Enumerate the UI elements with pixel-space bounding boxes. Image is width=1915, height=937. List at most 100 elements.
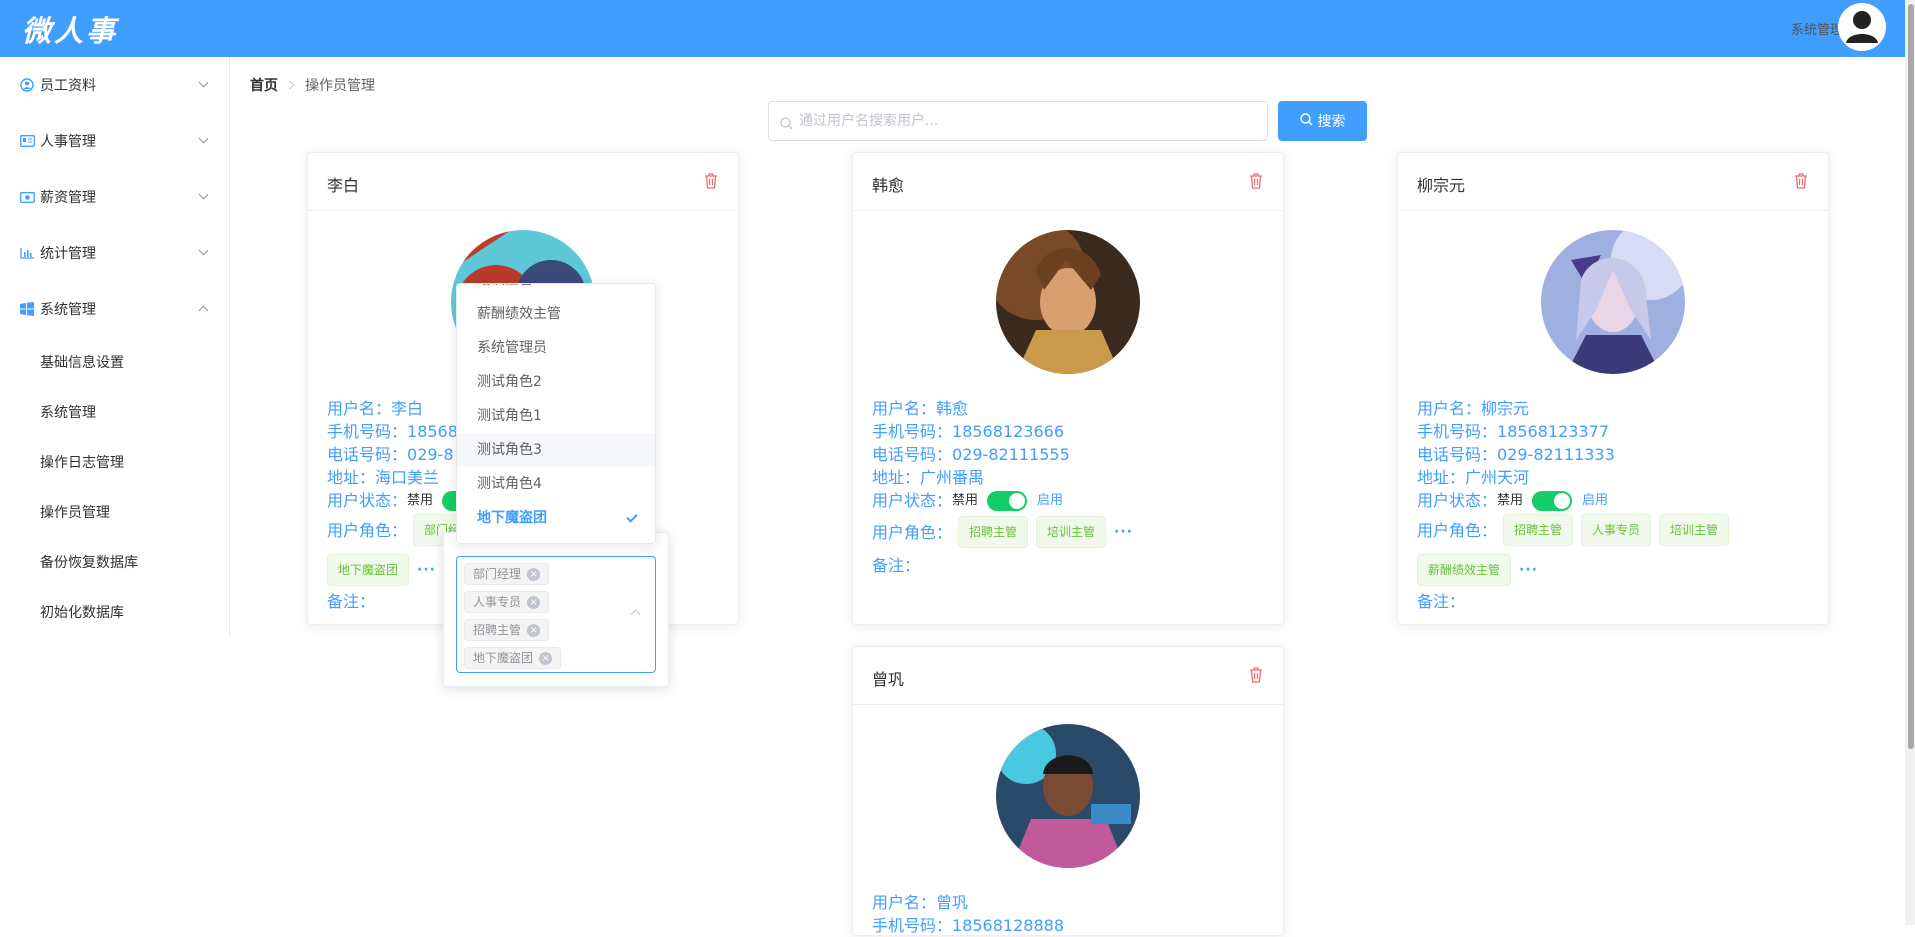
submenu-backup-restore[interactable]: 备份恢复数据库 bbox=[0, 537, 229, 587]
menu-label: 系统管理 bbox=[40, 302, 96, 318]
address-label: 地址： bbox=[327, 468, 376, 487]
user-avatar[interactable] bbox=[1838, 3, 1886, 51]
username-row: 用户名：曾巩 bbox=[872, 891, 1064, 914]
role-multi-select[interactable]: 部门经理 × 人事专员 × 招聘主管 × 地下魔盗团 × bbox=[456, 556, 656, 673]
phone-value: 18568 bbox=[407, 422, 458, 441]
trash-icon[interactable] bbox=[1249, 667, 1263, 683]
search-icon bbox=[780, 115, 793, 134]
telephone-value: 029-8 bbox=[407, 445, 454, 464]
remark-row: 备注： bbox=[1417, 590, 1737, 613]
user-avatar-image bbox=[1541, 230, 1685, 374]
menu-salary-management[interactable]: 薪资管理 bbox=[0, 169, 229, 225]
status-switch[interactable] bbox=[987, 490, 1028, 511]
id-card-icon bbox=[19, 133, 35, 149]
phone-row: 手机号码：18568123377 bbox=[1417, 420, 1737, 443]
windows-icon bbox=[19, 301, 35, 317]
selected-role-label: 地下魔盗团 bbox=[473, 651, 534, 665]
dropdown-option[interactable]: 测试角色2 bbox=[457, 365, 655, 399]
tag-close-icon[interactable]: × bbox=[527, 595, 541, 609]
dropdown-option-hovered[interactable]: 测试角色3 bbox=[457, 433, 655, 467]
card-header: 曾巩 bbox=[853, 647, 1283, 705]
trash-icon[interactable] bbox=[1794, 173, 1808, 189]
search-input[interactable] bbox=[799, 102, 1259, 140]
tag-close-icon[interactable]: × bbox=[539, 651, 553, 665]
username-row: 用户名：韩愈 bbox=[872, 397, 1133, 420]
menu-system-management[interactable]: 系统管理 bbox=[0, 281, 229, 337]
roles-row-2: 薪酬绩效主管 ··· bbox=[1417, 552, 1737, 588]
more-icon[interactable]: ··· bbox=[1519, 559, 1538, 582]
check-icon bbox=[626, 511, 638, 523]
selected-role-label: 人事专员 bbox=[473, 595, 522, 609]
search-button[interactable]: 搜索 bbox=[1278, 101, 1367, 141]
trash-icon[interactable] bbox=[704, 173, 718, 189]
dropdown-option-selected[interactable]: 地下魔盗团 bbox=[457, 501, 655, 535]
tag-close-icon[interactable]: × bbox=[527, 567, 541, 581]
dropdown-option[interactable]: 系统管理员 bbox=[457, 331, 655, 365]
roles-label: 用户角色： bbox=[1417, 520, 1498, 540]
more-icon[interactable]: ··· bbox=[417, 559, 436, 582]
menu-label: 员工资料 bbox=[40, 78, 96, 94]
card-header: 柳宗元 bbox=[1398, 153, 1828, 211]
role-tag: 招聘主管 bbox=[1503, 514, 1574, 546]
card-header: 韩愈 bbox=[853, 153, 1283, 211]
role-tag: 培训主管 bbox=[1659, 514, 1730, 546]
dropdown-option[interactable]: 薪酬绩效主管 bbox=[457, 297, 655, 331]
address-row: 地址：广州天河 bbox=[1417, 466, 1737, 489]
submenu-basic-info-settings[interactable]: 基础信息设置 bbox=[0, 337, 229, 387]
user-avatar-image bbox=[996, 724, 1140, 868]
username-value: 曾巩 bbox=[936, 893, 969, 912]
more-icon[interactable]: ··· bbox=[1114, 521, 1133, 544]
address-value: 广州天河 bbox=[1465, 468, 1530, 487]
telephone-label: 电话号码： bbox=[1417, 445, 1498, 464]
chevron-up-icon bbox=[198, 305, 209, 316]
enabled-label: 启用 bbox=[1582, 493, 1609, 508]
role-tag: 培训主管 bbox=[1036, 516, 1107, 548]
status-label: 用户状态： bbox=[1417, 491, 1498, 510]
username-label: 用户名： bbox=[872, 399, 937, 418]
role-tag: 人事专员 bbox=[1581, 514, 1652, 546]
status-row: 用户状态： 禁用 启用 bbox=[1417, 489, 1737, 512]
search-field[interactable] bbox=[768, 101, 1268, 141]
submenu-system-management[interactable]: 系统管理 bbox=[0, 387, 229, 437]
phone-row: 手机号码：18568123666 bbox=[872, 420, 1133, 443]
top-header: 微人事 系统管理员 bbox=[0, 0, 1905, 57]
bar-chart-icon bbox=[19, 245, 35, 261]
selected-role-label: 招聘主管 bbox=[473, 623, 522, 637]
menu-statistics-management[interactable]: 统计管理 bbox=[0, 225, 229, 281]
card-title: 曾巩 bbox=[872, 670, 905, 689]
selected-role-tag: 招聘主管 × bbox=[464, 619, 550, 641]
status-switch[interactable] bbox=[1532, 490, 1573, 511]
breadcrumb-home[interactable]: 首页 bbox=[250, 75, 278, 95]
status-label: 用户状态： bbox=[872, 491, 953, 510]
selected-role-tag: 人事专员 × bbox=[464, 591, 550, 613]
trash-icon[interactable] bbox=[1249, 173, 1263, 189]
menu-employee-info[interactable]: 员工资料 bbox=[0, 57, 229, 113]
menu-label: 薪资管理 bbox=[40, 190, 96, 206]
app-logo: 微人事 bbox=[22, 14, 119, 48]
phone-value: 18568123666 bbox=[952, 422, 1064, 441]
breadcrumb-current: 操作员管理 bbox=[305, 78, 375, 94]
username-value: 李白 bbox=[391, 399, 424, 418]
dropdown-option[interactable]: 测试角色4 bbox=[457, 467, 655, 501]
submenu-operation-log[interactable]: 操作日志管理 bbox=[0, 437, 229, 487]
menu-hr-management[interactable]: 人事管理 bbox=[0, 113, 229, 169]
user-avatar-image bbox=[996, 230, 1140, 374]
dropdown-option[interactable]: 培训主管 bbox=[457, 284, 655, 297]
telephone-value: 029-82111333 bbox=[1497, 445, 1615, 464]
menu-label: 统计管理 bbox=[40, 246, 96, 262]
submenu-init-database[interactable]: 初始化数据库 bbox=[0, 587, 229, 637]
username-label: 用户名： bbox=[1417, 399, 1482, 418]
money-icon bbox=[19, 189, 35, 205]
tag-close-icon[interactable]: × bbox=[527, 623, 541, 637]
enabled-label: 启用 bbox=[1037, 493, 1064, 508]
search-icon bbox=[1299, 112, 1313, 130]
menu-label: 人事管理 bbox=[40, 134, 96, 150]
username-value: 韩愈 bbox=[936, 399, 969, 418]
page-scrollbar-thumb[interactable] bbox=[1908, 4, 1914, 749]
username-label: 用户名： bbox=[872, 893, 937, 912]
selected-role-tag: 地下魔盗团 × bbox=[464, 647, 562, 669]
dropdown-option[interactable]: 测试角色1 bbox=[457, 399, 655, 433]
status-row: 用户状态： 禁用 启用 bbox=[872, 489, 1133, 512]
submenu-operator-management[interactable]: 操作员管理 bbox=[0, 487, 229, 537]
user-card: 曾巩 用户名：曾巩 手机号码：18568128888 bbox=[852, 646, 1284, 936]
